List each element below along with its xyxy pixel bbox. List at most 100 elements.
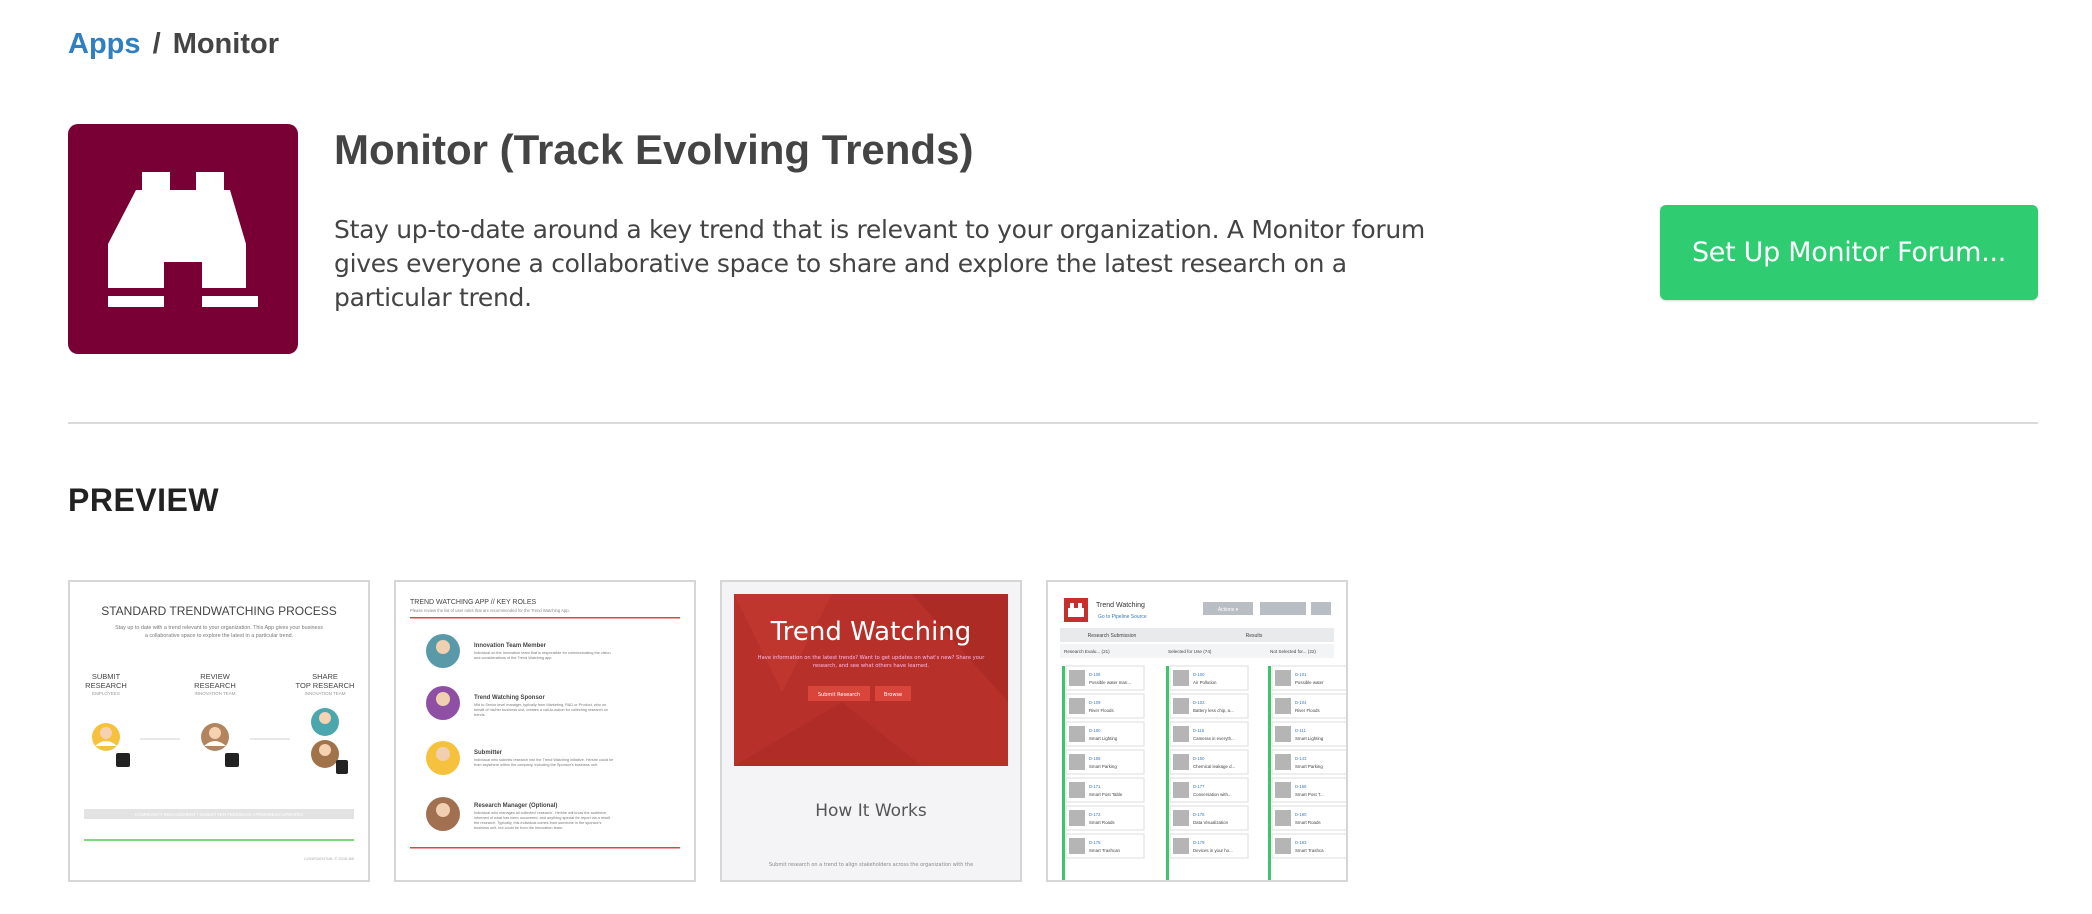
role-text: the research. Typically, this individual… bbox=[474, 821, 602, 825]
thumb4-binocular-icon bbox=[1068, 608, 1084, 617]
card-thumbnail-icon bbox=[1069, 782, 1085, 798]
avatar-teal bbox=[311, 708, 339, 736]
board-card: D-102 Battery less chip, a... bbox=[1169, 693, 1249, 719]
card-thumbnail-icon bbox=[1069, 726, 1085, 742]
role-text: Mid to Senior level manager, typically f… bbox=[474, 703, 606, 707]
card-title: Smart Roads bbox=[1295, 820, 1321, 825]
card-thumbnail-icon bbox=[1275, 838, 1291, 854]
card-id: D-177 bbox=[1193, 784, 1205, 789]
board-card: D-160 Smart Roads bbox=[1271, 805, 1346, 831]
thumb4-column-3: Not Selected for... (22) bbox=[1270, 649, 1316, 654]
thumb1-subtitle-2: a collaborative space to explore the lat… bbox=[145, 633, 293, 639]
thumb1-corner: CONFIDENTIAL © 2016 IMI bbox=[304, 856, 354, 861]
card-thumbnail-icon bbox=[1069, 698, 1085, 714]
board-card: D-160 Smart Lighting bbox=[1065, 721, 1145, 747]
thumb4-app-title: Trend Watching bbox=[1096, 602, 1145, 609]
breadcrumb-apps-link[interactable]: Apps bbox=[68, 28, 141, 60]
breadcrumb-separator: / bbox=[152, 28, 161, 60]
thumb2-bottom-rule bbox=[410, 847, 680, 849]
card-title: Data Visualization bbox=[1193, 820, 1229, 825]
card-id: D-165 bbox=[1089, 756, 1101, 761]
card-title: River Floods bbox=[1089, 708, 1114, 713]
thumb1-subtitle-1: Stay up to date with a trend relevant to… bbox=[115, 625, 323, 631]
binoculars-icon bbox=[108, 172, 258, 307]
thumb2-top-rule bbox=[410, 617, 680, 619]
card-id: D-109 bbox=[1089, 700, 1101, 705]
card-title: Smart Lighting bbox=[1295, 736, 1324, 741]
role-text: and considerations of the Trend Watching… bbox=[474, 656, 552, 660]
board-card: D-172 Smart Roads bbox=[1065, 805, 1145, 831]
card-id: D-111 bbox=[1295, 728, 1306, 733]
preview-thumbnail-roles[interactable]: TREND WATCHING APP // KEY ROLES Please r… bbox=[394, 580, 696, 882]
card-thumbnail-icon bbox=[1173, 838, 1189, 854]
breadcrumb-current: Monitor bbox=[172, 28, 279, 60]
thumb3-hero-title: Trend Watching bbox=[770, 617, 972, 647]
board-card: D-156 Smart Post T... bbox=[1271, 777, 1346, 803]
card-id: D-163 bbox=[1295, 840, 1307, 845]
card-id: D-102 bbox=[1193, 700, 1205, 705]
thumb4-actions-label: Actions ▾ bbox=[1218, 607, 1239, 613]
board-card: D-106 Possible water man... bbox=[1065, 665, 1145, 691]
card-title: Conversation with... bbox=[1193, 792, 1232, 797]
card-title: Smart Parking bbox=[1089, 764, 1117, 769]
thumb4-binocular-icon bbox=[1078, 603, 1082, 608]
card-thumbnail-icon bbox=[1069, 670, 1085, 686]
role-avatar-face bbox=[436, 803, 450, 817]
card-title: Smart Post T... bbox=[1295, 792, 1324, 797]
card-id: D-179 bbox=[1193, 840, 1205, 845]
lightbulb-icon bbox=[116, 753, 130, 767]
card-title: Possible water man... bbox=[1089, 680, 1131, 685]
thumb2-header: TREND WATCHING APP // KEY ROLES bbox=[410, 599, 536, 606]
role-text: Individual on the Innovation team that i… bbox=[474, 651, 611, 655]
card-title: Air Pollution bbox=[1193, 680, 1217, 685]
thumb4-back-link: Go to Pipeline Source bbox=[1098, 614, 1147, 620]
role-name: Trend Watching Sponsor bbox=[474, 695, 545, 701]
card-id: D-172 bbox=[1089, 812, 1101, 817]
preview-thumbnail-board[interactable]: Trend Watching Go to Pipeline Source Act… bbox=[1046, 580, 1348, 882]
board-card: D-109 River Floods bbox=[1065, 693, 1145, 719]
thumb3-hero-text-2: research, and see what others have learn… bbox=[813, 663, 929, 669]
preview-thumbnail-process[interactable]: STANDARD TRENDWATCHING PROCESS Stay up t… bbox=[68, 580, 370, 882]
avatar-brown bbox=[201, 723, 229, 751]
setup-monitor-forum-button[interactable]: Set Up Monitor Forum... bbox=[1660, 205, 2038, 300]
board-card: D-163 Smart Trashca bbox=[1271, 833, 1346, 859]
thumb3-browse-label: Browse bbox=[884, 692, 902, 698]
preview-thumbnail-landing[interactable]: Trend Watching Have information on the l… bbox=[720, 580, 1022, 882]
thumb1-green-rule bbox=[84, 839, 354, 841]
card-thumbnail-icon bbox=[1275, 670, 1291, 686]
board-card: D-111 Smart Lighting bbox=[1271, 721, 1346, 747]
thumb4-group-right: Results bbox=[1246, 633, 1263, 639]
thumb2-intro: Please review the list of user roles tha… bbox=[410, 608, 570, 613]
card-id: D-115 bbox=[1193, 728, 1205, 733]
role-text: Individual who submits research into the… bbox=[474, 758, 613, 762]
card-thumbnail-icon bbox=[1173, 810, 1189, 826]
thumb1-step2-role: INNOVATION TEAM bbox=[194, 691, 235, 696]
card-id: D-171 bbox=[1089, 784, 1101, 789]
card-thumbnail-icon bbox=[1069, 838, 1085, 854]
thumb4-group-left: Research Submission bbox=[1088, 633, 1137, 639]
card-title: Smart Roads bbox=[1089, 820, 1115, 825]
thumb1-step1-role: EMPLOYEES bbox=[92, 691, 120, 696]
thumb4-column-1: Research Evalu... (21) bbox=[1064, 649, 1110, 654]
role-text: trends. bbox=[474, 713, 486, 717]
document-icon bbox=[225, 753, 239, 767]
share-icon bbox=[336, 760, 348, 774]
board-card: D-101 Possible water bbox=[1271, 665, 1346, 691]
card-id: D-100 bbox=[1193, 672, 1205, 677]
app-icon bbox=[68, 124, 298, 354]
thumb1-footer: COMMUNITY ENGAGEMENT • SUBMITTER FEEDBAC… bbox=[135, 812, 303, 817]
card-thumbnail-icon bbox=[1173, 726, 1189, 742]
board-card: D-115 Cameras in everyth... bbox=[1169, 721, 1249, 747]
page-title: Monitor (Track Evolving Trends) bbox=[334, 126, 974, 173]
role-text: Individual who manages all collected 're… bbox=[474, 811, 606, 815]
thumb1-step2-line2: RESEARCH bbox=[194, 681, 236, 690]
board-card: D-178 Data Visualization bbox=[1169, 805, 1249, 831]
card-thumbnail-icon bbox=[1173, 698, 1189, 714]
column-accent-bar bbox=[1166, 666, 1169, 880]
thumb4-cards: D-106 Possible water man... D-109 River Flo… bbox=[1062, 665, 1346, 880]
card-thumbnail-icon bbox=[1275, 782, 1291, 798]
card-title: Possible water bbox=[1295, 680, 1324, 685]
section-divider bbox=[68, 422, 2038, 424]
card-title: Devices in your ho... bbox=[1193, 848, 1233, 853]
card-id: D-104 bbox=[1295, 700, 1307, 705]
